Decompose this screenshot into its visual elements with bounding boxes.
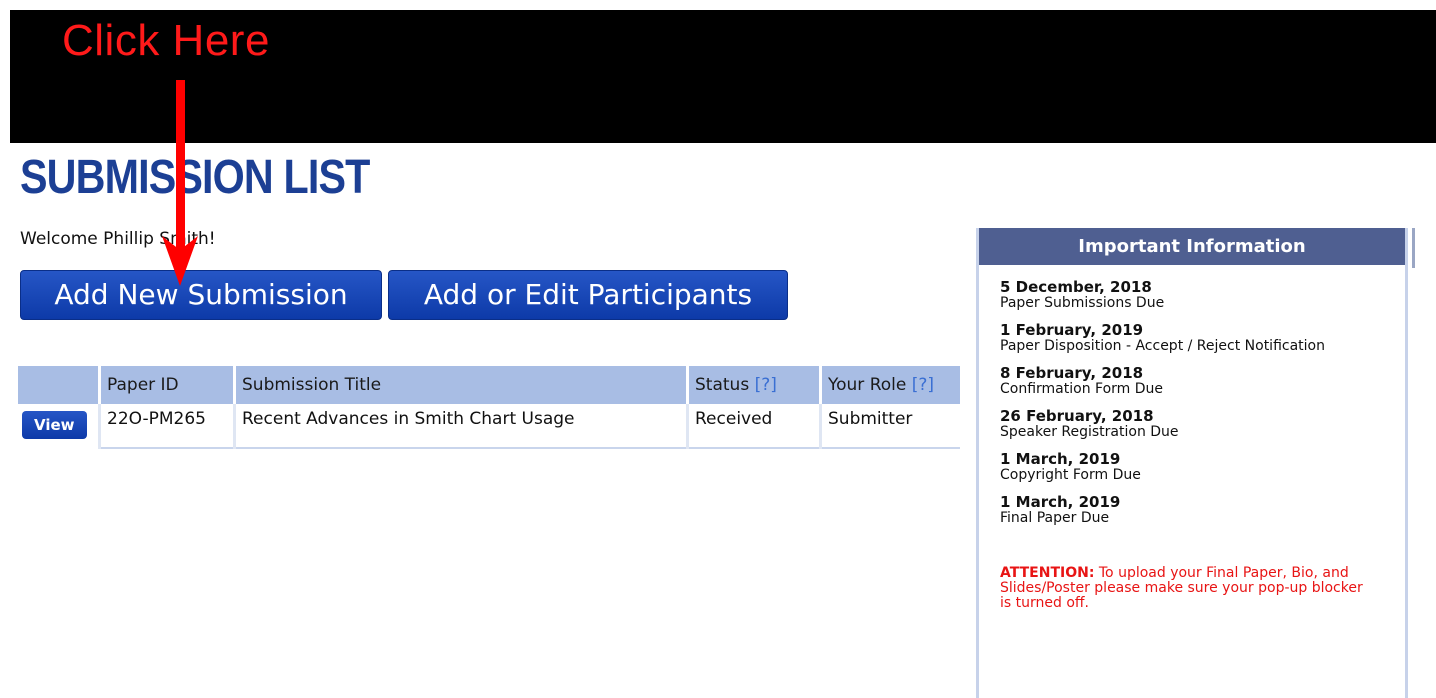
deadline-date: 1 March, 2019 xyxy=(1000,450,1121,468)
click-here-annotation: Click Here xyxy=(62,16,270,65)
add-or-edit-participants-button[interactable]: Add or Edit Participants xyxy=(388,270,788,320)
title-column-header: Submission Title xyxy=(234,366,689,404)
role-column-header: Your Role [?] xyxy=(820,366,960,404)
deadline-item: 1 March, 2019 Copyright Form Due xyxy=(1000,451,1405,483)
deadline-item: 8 February, 2018 Confirmation Form Due xyxy=(1000,365,1405,397)
row-action-cell: View xyxy=(18,404,101,448)
submission-table: Paper ID Submission Title Status [?] You… xyxy=(18,366,960,449)
deadline-description: Paper Submissions Due xyxy=(1000,295,1165,311)
deadline-list: 5 December, 2018 Paper Submissions Due 1… xyxy=(979,265,1405,526)
red-arrow-icon xyxy=(162,80,198,286)
deadline-description: Paper Disposition - Accept / Reject Noti… xyxy=(1000,338,1325,354)
status-cell: Received xyxy=(687,404,822,449)
status-column-header: Status [?] xyxy=(687,366,822,404)
role-help-link[interactable]: [?] xyxy=(912,375,934,395)
table-header-row: Paper ID Submission Title Status [?] You… xyxy=(18,366,960,404)
paper-id-cell: 22O-PM265 xyxy=(99,404,236,449)
panel-scrollbar[interactable] xyxy=(1412,228,1415,268)
info-panel-header: Important Information xyxy=(979,228,1405,265)
deadline-date: 8 February, 2018 xyxy=(1000,364,1144,382)
title-cell: Recent Advances in Smith Chart Usage xyxy=(234,404,689,449)
deadline-item: 1 March, 2019 Final Paper Due xyxy=(1000,494,1405,526)
table-row: View 22O-PM265 Recent Advances in Smith … xyxy=(18,404,960,449)
status-header-label: Status xyxy=(695,375,750,395)
deadline-description: Confirmation Form Due xyxy=(1000,381,1164,397)
deadline-description: Speaker Registration Due xyxy=(1000,424,1179,440)
deadline-description: Copyright Form Due xyxy=(1000,467,1141,483)
role-cell: Submitter xyxy=(820,404,960,449)
deadline-date: 1 March, 2019 xyxy=(1000,493,1121,511)
deadline-date: 26 February, 2018 xyxy=(1000,407,1154,425)
view-button[interactable]: View xyxy=(22,411,87,439)
attention-label: ATTENTION: xyxy=(1000,565,1095,581)
popup-blocker-notice: ATTENTION: To upload your Final Paper, B… xyxy=(979,566,1405,611)
status-help-link[interactable]: [?] xyxy=(755,375,777,395)
important-information-panel: Important Information 5 December, 2018 P… xyxy=(976,228,1408,698)
deadline-item: 5 December, 2018 Paper Submissions Due xyxy=(1000,279,1405,311)
role-header-label: Your Role xyxy=(828,375,907,395)
deadline-date: 1 February, 2019 xyxy=(1000,321,1144,339)
deadline-item: 1 February, 2019 Paper Disposition - Acc… xyxy=(1000,322,1405,354)
action-column-header xyxy=(18,366,101,404)
paper-id-column-header: Paper ID xyxy=(99,366,236,404)
deadline-description: Final Paper Due xyxy=(1000,510,1110,526)
deadline-date: 5 December, 2018 xyxy=(1000,278,1152,296)
deadline-item: 26 February, 2018 Speaker Registration D… xyxy=(1000,408,1405,440)
